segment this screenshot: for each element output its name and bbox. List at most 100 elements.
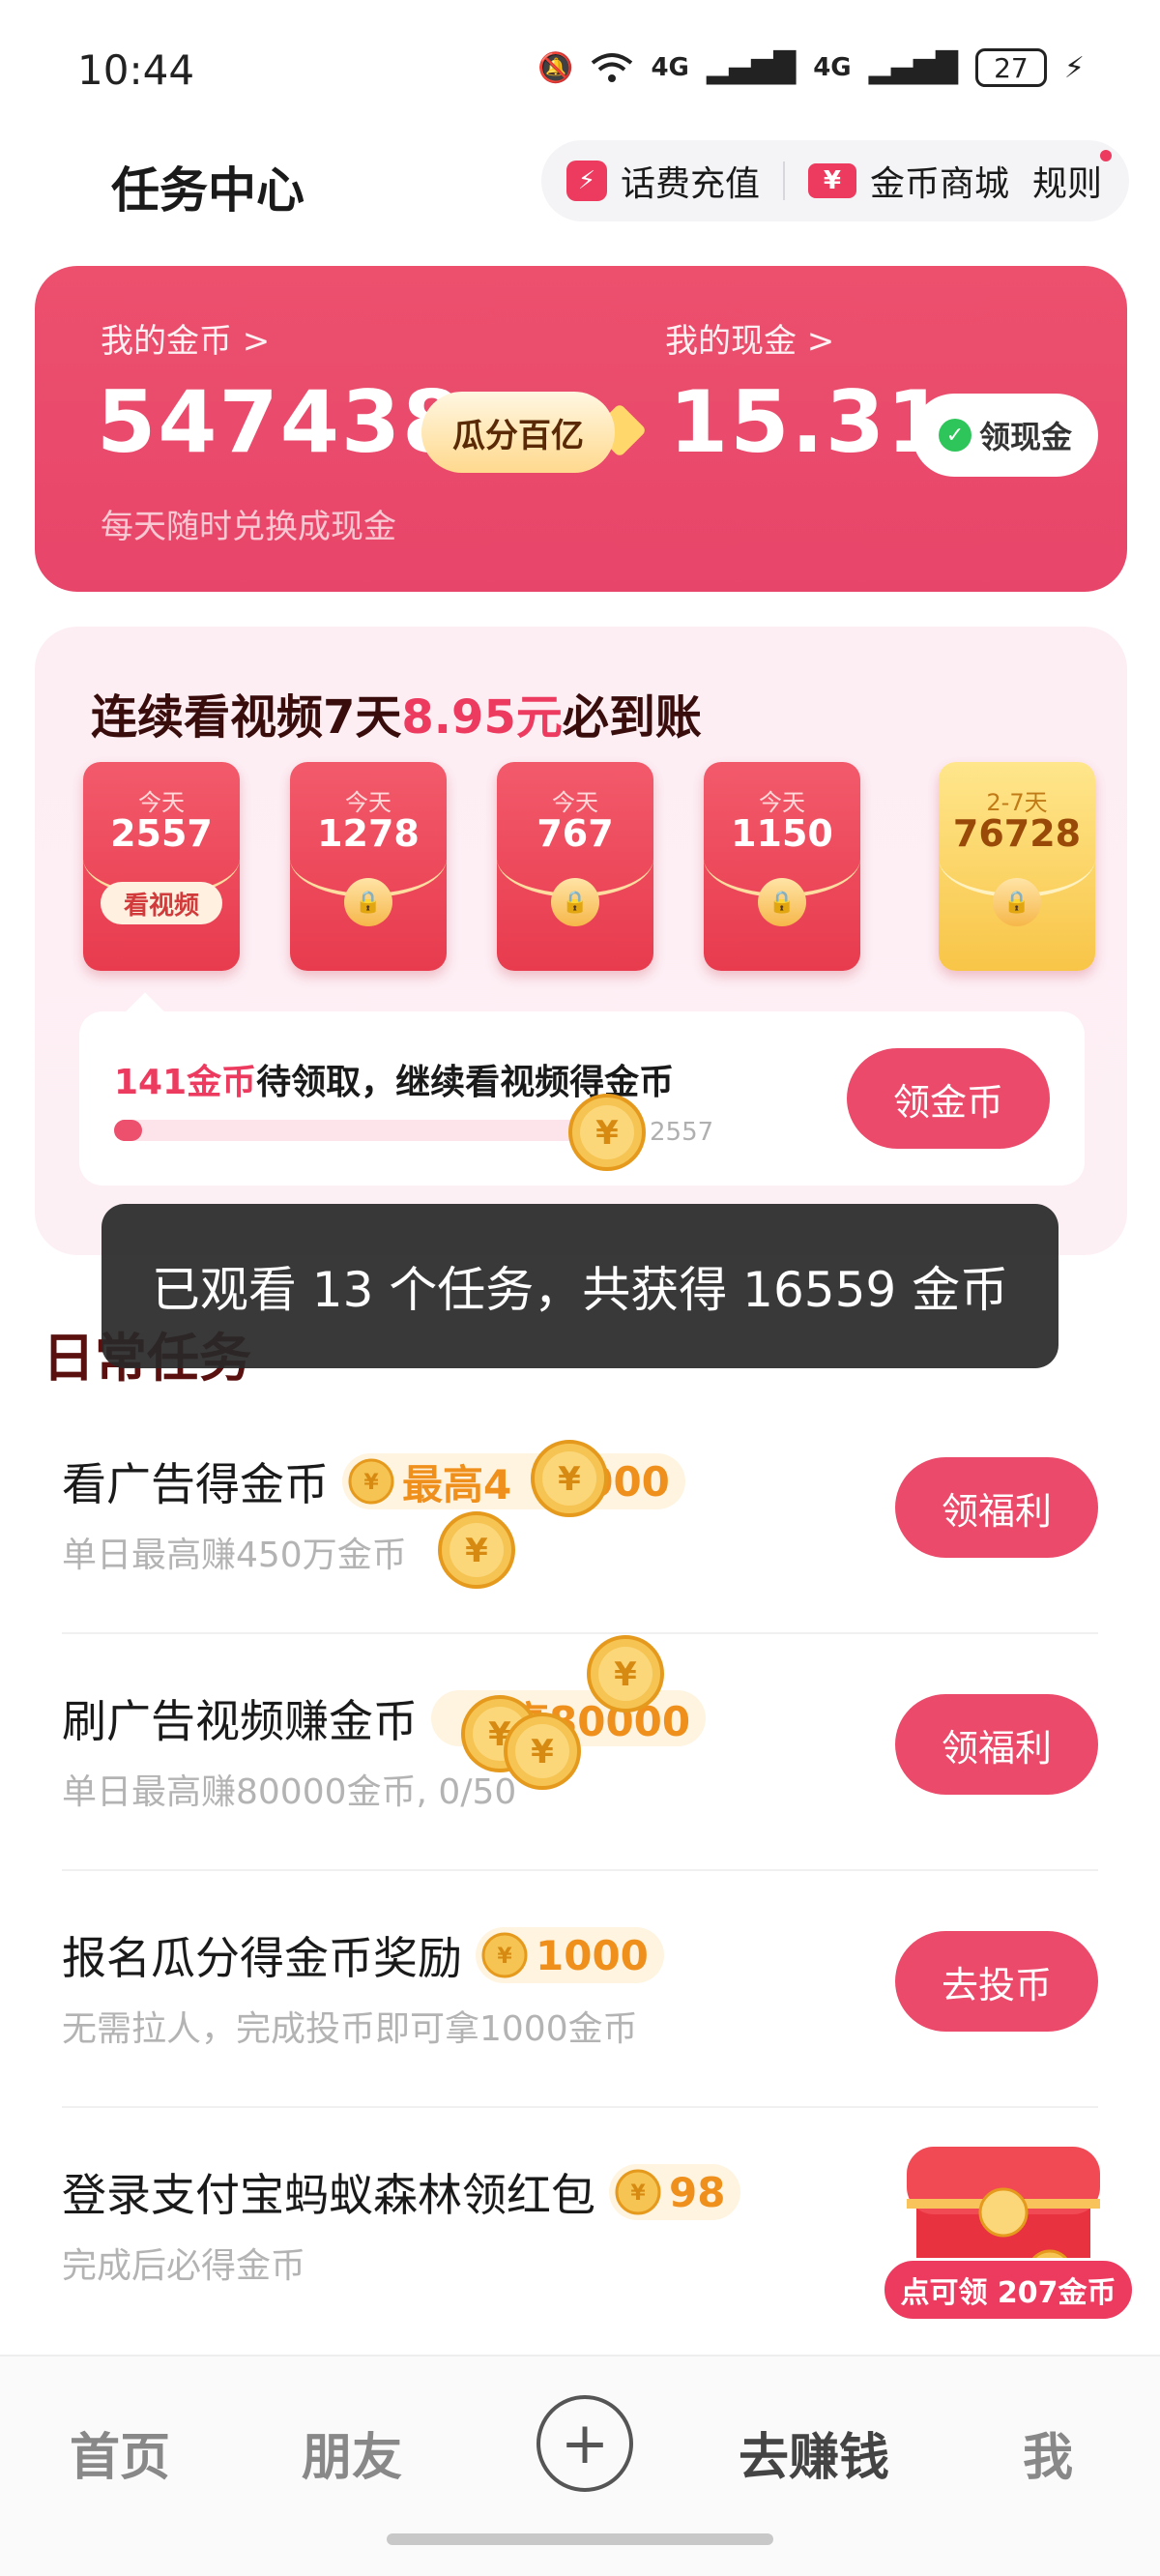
task-title-text: 刷广告视频赚金币 bbox=[62, 1695, 418, 1747]
create-plus-button[interactable]: + bbox=[536, 2395, 633, 2492]
task-action-button[interactable]: 去投币 bbox=[895, 1931, 1098, 2032]
my-coins-link[interactable]: 我的金币 > bbox=[101, 314, 270, 362]
red-envelope-3[interactable]: 今天 767 🔒 bbox=[497, 762, 653, 971]
task-reward-badge: ¥ 1000 bbox=[476, 1927, 664, 1983]
lightning-icon: ⚡ bbox=[566, 161, 607, 201]
task-action-button[interactable]: 领福利 bbox=[895, 1457, 1098, 1558]
nav-home[interactable]: 首页 bbox=[70, 2416, 170, 2489]
envelope-value: 767 bbox=[536, 812, 614, 855]
task-subtitle: 单日最高赚80000金币, 0/50 bbox=[62, 1772, 517, 1812]
status-time: 10:44 bbox=[77, 46, 195, 94]
coin-icon: ¥ bbox=[481, 1932, 528, 1978]
gold-envelope[interactable]: 2-7天 76728 🔒 bbox=[939, 762, 1095, 971]
svg-text:¥: ¥ bbox=[531, 1733, 554, 1771]
nav-earn[interactable]: 去赚钱 bbox=[739, 2416, 889, 2489]
svg-text:¥: ¥ bbox=[363, 1471, 379, 1495]
video-streak-title: 连续看视频7天8.95元必到账 bbox=[91, 679, 702, 746]
claim-panel: 141金币待领取，继续看视频得金币 ¥ 2557 领金币 bbox=[79, 1011, 1085, 1186]
video-streak-card: 连续看视频7天8.95元必到账 今天 2557 看视频 今天 1278 🔒 今天… bbox=[35, 627, 1127, 1255]
battery-icon: 27 bbox=[974, 48, 1047, 87]
title-amount: 8.95元 bbox=[401, 690, 563, 745]
envelope-value: 2557 bbox=[110, 812, 213, 855]
charging-icon: ⚡ bbox=[1063, 50, 1085, 85]
recharge-button[interactable]: ⚡ 话费充值 bbox=[566, 156, 760, 206]
cash-value: 15.31 bbox=[669, 372, 948, 472]
coin-mall-button[interactable]: ¥ 金币商城 bbox=[807, 156, 1009, 206]
svg-text:¥: ¥ bbox=[558, 1460, 581, 1499]
claim-amount: 141金币 bbox=[114, 1063, 257, 1102]
progress-target: 2557 bbox=[650, 1118, 714, 1147]
task-title: 报名瓜分得金币奖励 ¥ 1000 bbox=[62, 1923, 664, 1987]
task-subtitle: 单日最高赚450万金币 bbox=[62, 1536, 407, 1575]
svg-text:¥: ¥ bbox=[465, 1532, 488, 1570]
task-row: 报名瓜分得金币奖励 ¥ 1000 无需拉人，完成投币即可拿1000金币 去投币 bbox=[62, 1871, 1098, 2108]
claim-coins-button[interactable]: 领金币 bbox=[847, 1048, 1050, 1149]
page-title: 任务中心 bbox=[111, 162, 304, 219]
title-prefix: 连续看视频7天 bbox=[91, 690, 402, 745]
wechat-icon: ✓ bbox=[938, 419, 972, 452]
coin-icon: ¥ bbox=[568, 1094, 646, 1171]
lock-icon: 🔒 bbox=[551, 878, 599, 926]
coin-mall-label: 金币商城 bbox=[869, 164, 1009, 204]
header-actions: ⚡ 话费充值 ¥ 金币商城 规则 bbox=[540, 140, 1129, 221]
red-envelope-4[interactable]: 今天 1150 🔒 bbox=[704, 762, 860, 971]
task-action-button[interactable]: 领福利 bbox=[895, 1694, 1098, 1795]
ticket-icon: ¥ bbox=[807, 163, 856, 198]
coin-card: 我的金币 > 547438 每天随时兑换成现金 瓜分百亿 我的现金 > 15.3… bbox=[35, 266, 1127, 592]
my-cash-link[interactable]: 我的现金 > bbox=[665, 314, 834, 362]
task-reward-badge: ¥ 98 bbox=[609, 2164, 741, 2220]
svg-text:¥: ¥ bbox=[630, 2181, 646, 2206]
header: 任务中心 ⚡ 话费充值 ¥ 金币商城 规则 bbox=[0, 140, 1160, 247]
home-indicator[interactable] bbox=[387, 2533, 773, 2545]
rules-label: 规则 bbox=[1031, 164, 1102, 204]
nav-me[interactable]: 我 bbox=[1023, 2416, 1073, 2489]
signal-bars-icon-2: ▂▄▆█ bbox=[868, 50, 958, 85]
envelope-value: 76728 bbox=[952, 812, 1082, 855]
envelope-value: 1150 bbox=[731, 812, 833, 855]
toast-message: 已观看 13 个任务，共获得 16559 金币 bbox=[102, 1204, 1058, 1368]
coins-value: 547438 bbox=[97, 372, 464, 472]
promo-claim-label[interactable]: 点可领 207金币 bbox=[882, 2258, 1135, 2322]
floating-coin-icon: ¥ bbox=[504, 1712, 581, 1790]
coin-icon: ¥ bbox=[615, 2169, 661, 2215]
floating-coin-icon: ¥ bbox=[531, 1440, 608, 1517]
coins-subtitle: 每天随时兑换成现金 bbox=[101, 508, 396, 546]
task-subtitle: 完成后必得金币 bbox=[62, 2246, 306, 2286]
divider bbox=[782, 161, 785, 200]
watch-video-tag: 看视频 bbox=[101, 882, 222, 924]
red-envelope-2[interactable]: 今天 1278 🔒 bbox=[290, 762, 447, 971]
progress-fill bbox=[114, 1120, 142, 1141]
floating-coin-icon: ¥ bbox=[587, 1635, 664, 1712]
rules-button[interactable]: 规则 bbox=[1031, 150, 1112, 206]
svg-text:¥: ¥ bbox=[614, 1655, 637, 1694]
task-reward-text: 1000 bbox=[536, 1931, 649, 1979]
svg-text:¥: ¥ bbox=[497, 1945, 512, 1969]
guafen-button[interactable]: 瓜分百亿 bbox=[421, 392, 615, 473]
withdraw-cash-label: 领现金 bbox=[978, 419, 1072, 455]
task-reward-badge: ¥ 最高4 000 bbox=[342, 1453, 685, 1509]
task-reward-text: 最高4 bbox=[402, 1460, 512, 1508]
task-reward-text: 98 bbox=[669, 2168, 726, 2216]
progress-bar bbox=[114, 1120, 617, 1141]
task-title: 登录支付宝蚂蚁森林领红包 ¥ 98 bbox=[62, 2160, 741, 2224]
red-envelope-1[interactable]: 今天 2557 看视频 bbox=[83, 762, 240, 971]
recharge-label: 话费充值 bbox=[620, 164, 760, 204]
nav-friends[interactable]: 朋友 bbox=[302, 2416, 402, 2489]
withdraw-cash-button[interactable]: ✓ 领现金 bbox=[913, 394, 1098, 477]
mute-icon: 🔕 bbox=[537, 50, 574, 85]
task-title-text: 看广告得金币 bbox=[62, 1458, 329, 1510]
signal-bars-icon: ▂▄▆█ bbox=[706, 50, 797, 85]
task-subtitle: 无需拉人，完成投币即可拿1000金币 bbox=[62, 2009, 638, 2049]
cellular-signal-icon-2: 4G bbox=[813, 53, 852, 82]
envelope-value: 1278 bbox=[317, 812, 420, 855]
task-title-text: 报名瓜分得金币奖励 bbox=[62, 1932, 462, 1984]
task-title-text: 登录支付宝蚂蚁森林领红包 bbox=[62, 2169, 595, 2221]
status-icons: 🔕 4G ▂▄▆█ 4G ▂▄▆█ 27 ⚡ bbox=[537, 48, 1085, 87]
floating-coin-icon: ¥ bbox=[438, 1511, 515, 1589]
title-suffix: 必到账 bbox=[562, 690, 702, 745]
cellular-signal-icon: 4G bbox=[651, 53, 689, 82]
lock-icon: 🔒 bbox=[344, 878, 392, 926]
status-bar: 10:44 🔕 4G ▂▄▆█ 4G ▂▄▆█ 27 ⚡ bbox=[0, 0, 1160, 135]
lock-icon: 🔒 bbox=[758, 878, 806, 926]
svg-text:¥: ¥ bbox=[595, 1114, 619, 1153]
